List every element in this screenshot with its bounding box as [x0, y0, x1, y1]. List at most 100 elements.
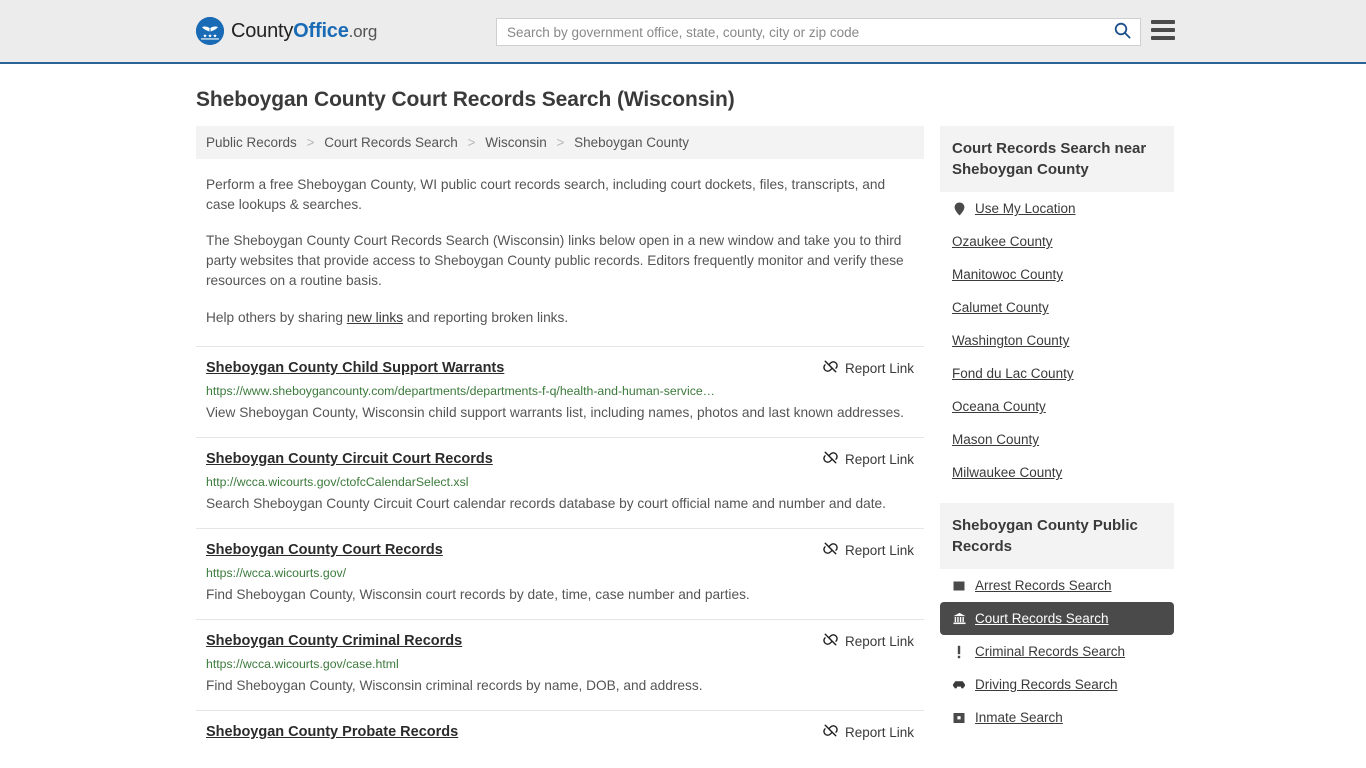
sidebar-item-criminal-records-search[interactable]: Criminal Records Search — [940, 635, 1174, 668]
search-bar[interactable] — [496, 18, 1141, 46]
sidebar-item-use-my-location[interactable]: Use My Location — [940, 192, 1174, 225]
intro-paragraph-3: Help others by sharing new links and rep… — [206, 308, 914, 328]
broken-link-icon — [823, 359, 838, 379]
public-records-list: Arrest Records Search Court Records Sear… — [940, 569, 1174, 734]
intro-section: Perform a free Sheboygan County, WI publ… — [196, 175, 924, 328]
breadcrumb-item-public-records[interactable]: Public Records — [206, 135, 297, 150]
intro-p3-before: Help others by sharing — [206, 310, 347, 325]
county-office-seal-icon — [196, 17, 224, 45]
sidebar-item-arrest-records-search[interactable]: Arrest Records Search — [940, 569, 1174, 602]
result-description: Find Sheboygan County, Wisconsin crimina… — [206, 678, 703, 693]
sidebar-link-label[interactable]: Criminal Records Search — [975, 644, 1125, 659]
report-link-button[interactable]: Report Link — [823, 541, 914, 561]
result-item: Sheboygan County Criminal Records Report… — [196, 619, 924, 710]
result-url: https://www.sheboygancounty.com/departme… — [206, 384, 715, 398]
sidebar-link-label[interactable]: Use My Location — [975, 201, 1076, 216]
result-url: http://wcca.wicourts.gov/ctofcCalendarSe… — [206, 475, 469, 489]
main-column: Public Records > Court Records Search > … — [196, 126, 924, 755]
nearby-searches-panel: Court Records Search near Sheboygan Coun… — [940, 126, 1174, 489]
breadcrumb-separator: > — [306, 135, 315, 150]
search-icon — [1114, 22, 1131, 42]
public-records-heading: Sheboygan County Public Records — [940, 503, 1174, 569]
result-title-link[interactable]: Sheboygan County Child Support Warrants — [206, 359, 504, 377]
nearby-searches-heading: Court Records Search near Sheboygan Coun… — [940, 126, 1174, 192]
new-links-link[interactable]: new links — [347, 310, 403, 325]
report-link-label: Report Link — [844, 725, 914, 740]
result-header: Sheboygan County Child Support Warrants — [206, 359, 914, 379]
sidebar-item-washington-county[interactable]: Washington County — [940, 324, 1174, 357]
exclamation-icon — [952, 645, 966, 659]
result-item: Sheboygan County Probate Records Report … — [196, 710, 924, 755]
brand-wordmark: CountyOffice.org — [231, 20, 377, 43]
page-body: Sheboygan County Court Records Search (W… — [0, 88, 1366, 755]
content-columns: Public Records > Court Records Search > … — [196, 126, 1188, 755]
sidebar-item-ozaukee-county[interactable]: Ozaukee County — [940, 225, 1174, 258]
sidebar-item-driving-records-search[interactable]: Driving Records Search — [940, 668, 1174, 701]
sidebar-link-label[interactable]: Arrest Records Search — [975, 578, 1112, 593]
bank-icon — [952, 612, 966, 625]
intro-p3-after: and reporting broken links. — [403, 310, 569, 325]
report-link-label: Report Link — [844, 452, 914, 467]
jail-icon — [952, 712, 966, 724]
sidebar-item-manitowoc-county[interactable]: Manitowoc County — [940, 258, 1174, 291]
sidebar-item-inmate-search[interactable]: Inmate Search — [940, 701, 1174, 734]
broken-link-icon — [823, 450, 838, 470]
result-description: Search Sheboygan County Circuit Court ca… — [206, 496, 886, 511]
result-title-link[interactable]: Sheboygan County Probate Records — [206, 723, 458, 741]
sidebar-link-label[interactable]: Court Records Search — [975, 611, 1109, 626]
sidebar-link-label[interactable]: Calumet County — [952, 300, 1049, 315]
report-link-label: Report Link — [844, 543, 914, 558]
breadcrumb-separator: > — [556, 135, 565, 150]
result-header: Sheboygan County Criminal Records Report… — [206, 632, 914, 652]
broken-link-icon — [823, 723, 838, 743]
broken-link-icon — [823, 632, 838, 652]
report-link-button[interactable]: Report Link — [823, 632, 914, 652]
result-header: Sheboygan County Court Records Report Li… — [206, 541, 914, 561]
page-title: Sheboygan County Court Records Search (W… — [196, 88, 735, 111]
sidebar-link-label[interactable]: Washington County — [952, 333, 1069, 348]
hamburger-menu-button[interactable] — [1151, 20, 1175, 40]
breadcrumb-item-sheboygan-county: Sheboygan County — [574, 135, 689, 150]
report-link-label: Report Link — [844, 634, 914, 649]
report-link-button[interactable]: Report Link — [823, 450, 914, 470]
result-item: Sheboygan County Court Records Report Li… — [196, 528, 924, 619]
sidebar-item-oceana-county[interactable]: Oceana County — [940, 390, 1174, 423]
search-input[interactable] — [497, 19, 1104, 45]
result-title-link[interactable]: Sheboygan County Court Records — [206, 541, 443, 559]
breadcrumb-separator: > — [467, 135, 476, 150]
breadcrumb-item-wisconsin[interactable]: Wisconsin — [485, 135, 547, 150]
sidebar-item-mason-county[interactable]: Mason County — [940, 423, 1174, 456]
sidebar-link-label[interactable]: Ozaukee County — [952, 234, 1053, 249]
hamburger-bar — [1151, 20, 1175, 24]
result-description: Find Sheboygan County, Wisconsin court r… — [206, 587, 750, 602]
result-title-link[interactable]: Sheboygan County Circuit Court Records — [206, 450, 493, 468]
result-url: https://wcca.wicourts.gov/ — [206, 566, 347, 580]
brand-part-county: County — [231, 19, 294, 42]
sidebar: Court Records Search near Sheboygan Coun… — [940, 126, 1174, 748]
intro-paragraph-1: Perform a free Sheboygan County, WI publ… — [206, 177, 886, 212]
results-list: Sheboygan County Child Support Warrants — [196, 346, 924, 755]
sidebar-link-label[interactable]: Fond du Lac County — [952, 366, 1074, 381]
report-link-button[interactable]: Report Link — [823, 359, 914, 379]
sidebar-link-label[interactable]: Oceana County — [952, 399, 1046, 414]
broken-link-icon — [823, 541, 838, 561]
sidebar-item-milwaukee-county[interactable]: Milwaukee County — [940, 456, 1174, 489]
sidebar-item-calumet-county[interactable]: Calumet County — [940, 291, 1174, 324]
site-logo[interactable]: CountyOffice.org — [196, 17, 377, 45]
site-header: CountyOffice.org — [0, 0, 1366, 64]
sidebar-link-label[interactable]: Driving Records Search — [975, 677, 1118, 692]
hamburger-bar — [1151, 28, 1175, 32]
sidebar-link-label[interactable]: Inmate Search — [975, 710, 1063, 725]
report-link-button[interactable]: Report Link — [823, 723, 914, 743]
sidebar-link-label[interactable]: Milwaukee County — [952, 465, 1062, 480]
search-button[interactable] — [1104, 19, 1140, 45]
breadcrumb-item-court-records-search[interactable]: Court Records Search — [324, 135, 458, 150]
result-item: Sheboygan County Circuit Court Records R… — [196, 437, 924, 528]
result-title-link[interactable]: Sheboygan County Criminal Records — [206, 632, 462, 650]
result-header: Sheboygan County Probate Records Report … — [206, 723, 914, 743]
sidebar-link-label[interactable]: Manitowoc County — [952, 267, 1063, 282]
result-item: Sheboygan County Child Support Warrants — [196, 346, 924, 437]
sidebar-item-court-records-search[interactable]: Court Records Search — [940, 602, 1174, 635]
sidebar-item-fond-du-lac-county[interactable]: Fond du Lac County — [940, 357, 1174, 390]
sidebar-link-label[interactable]: Mason County — [952, 432, 1039, 447]
